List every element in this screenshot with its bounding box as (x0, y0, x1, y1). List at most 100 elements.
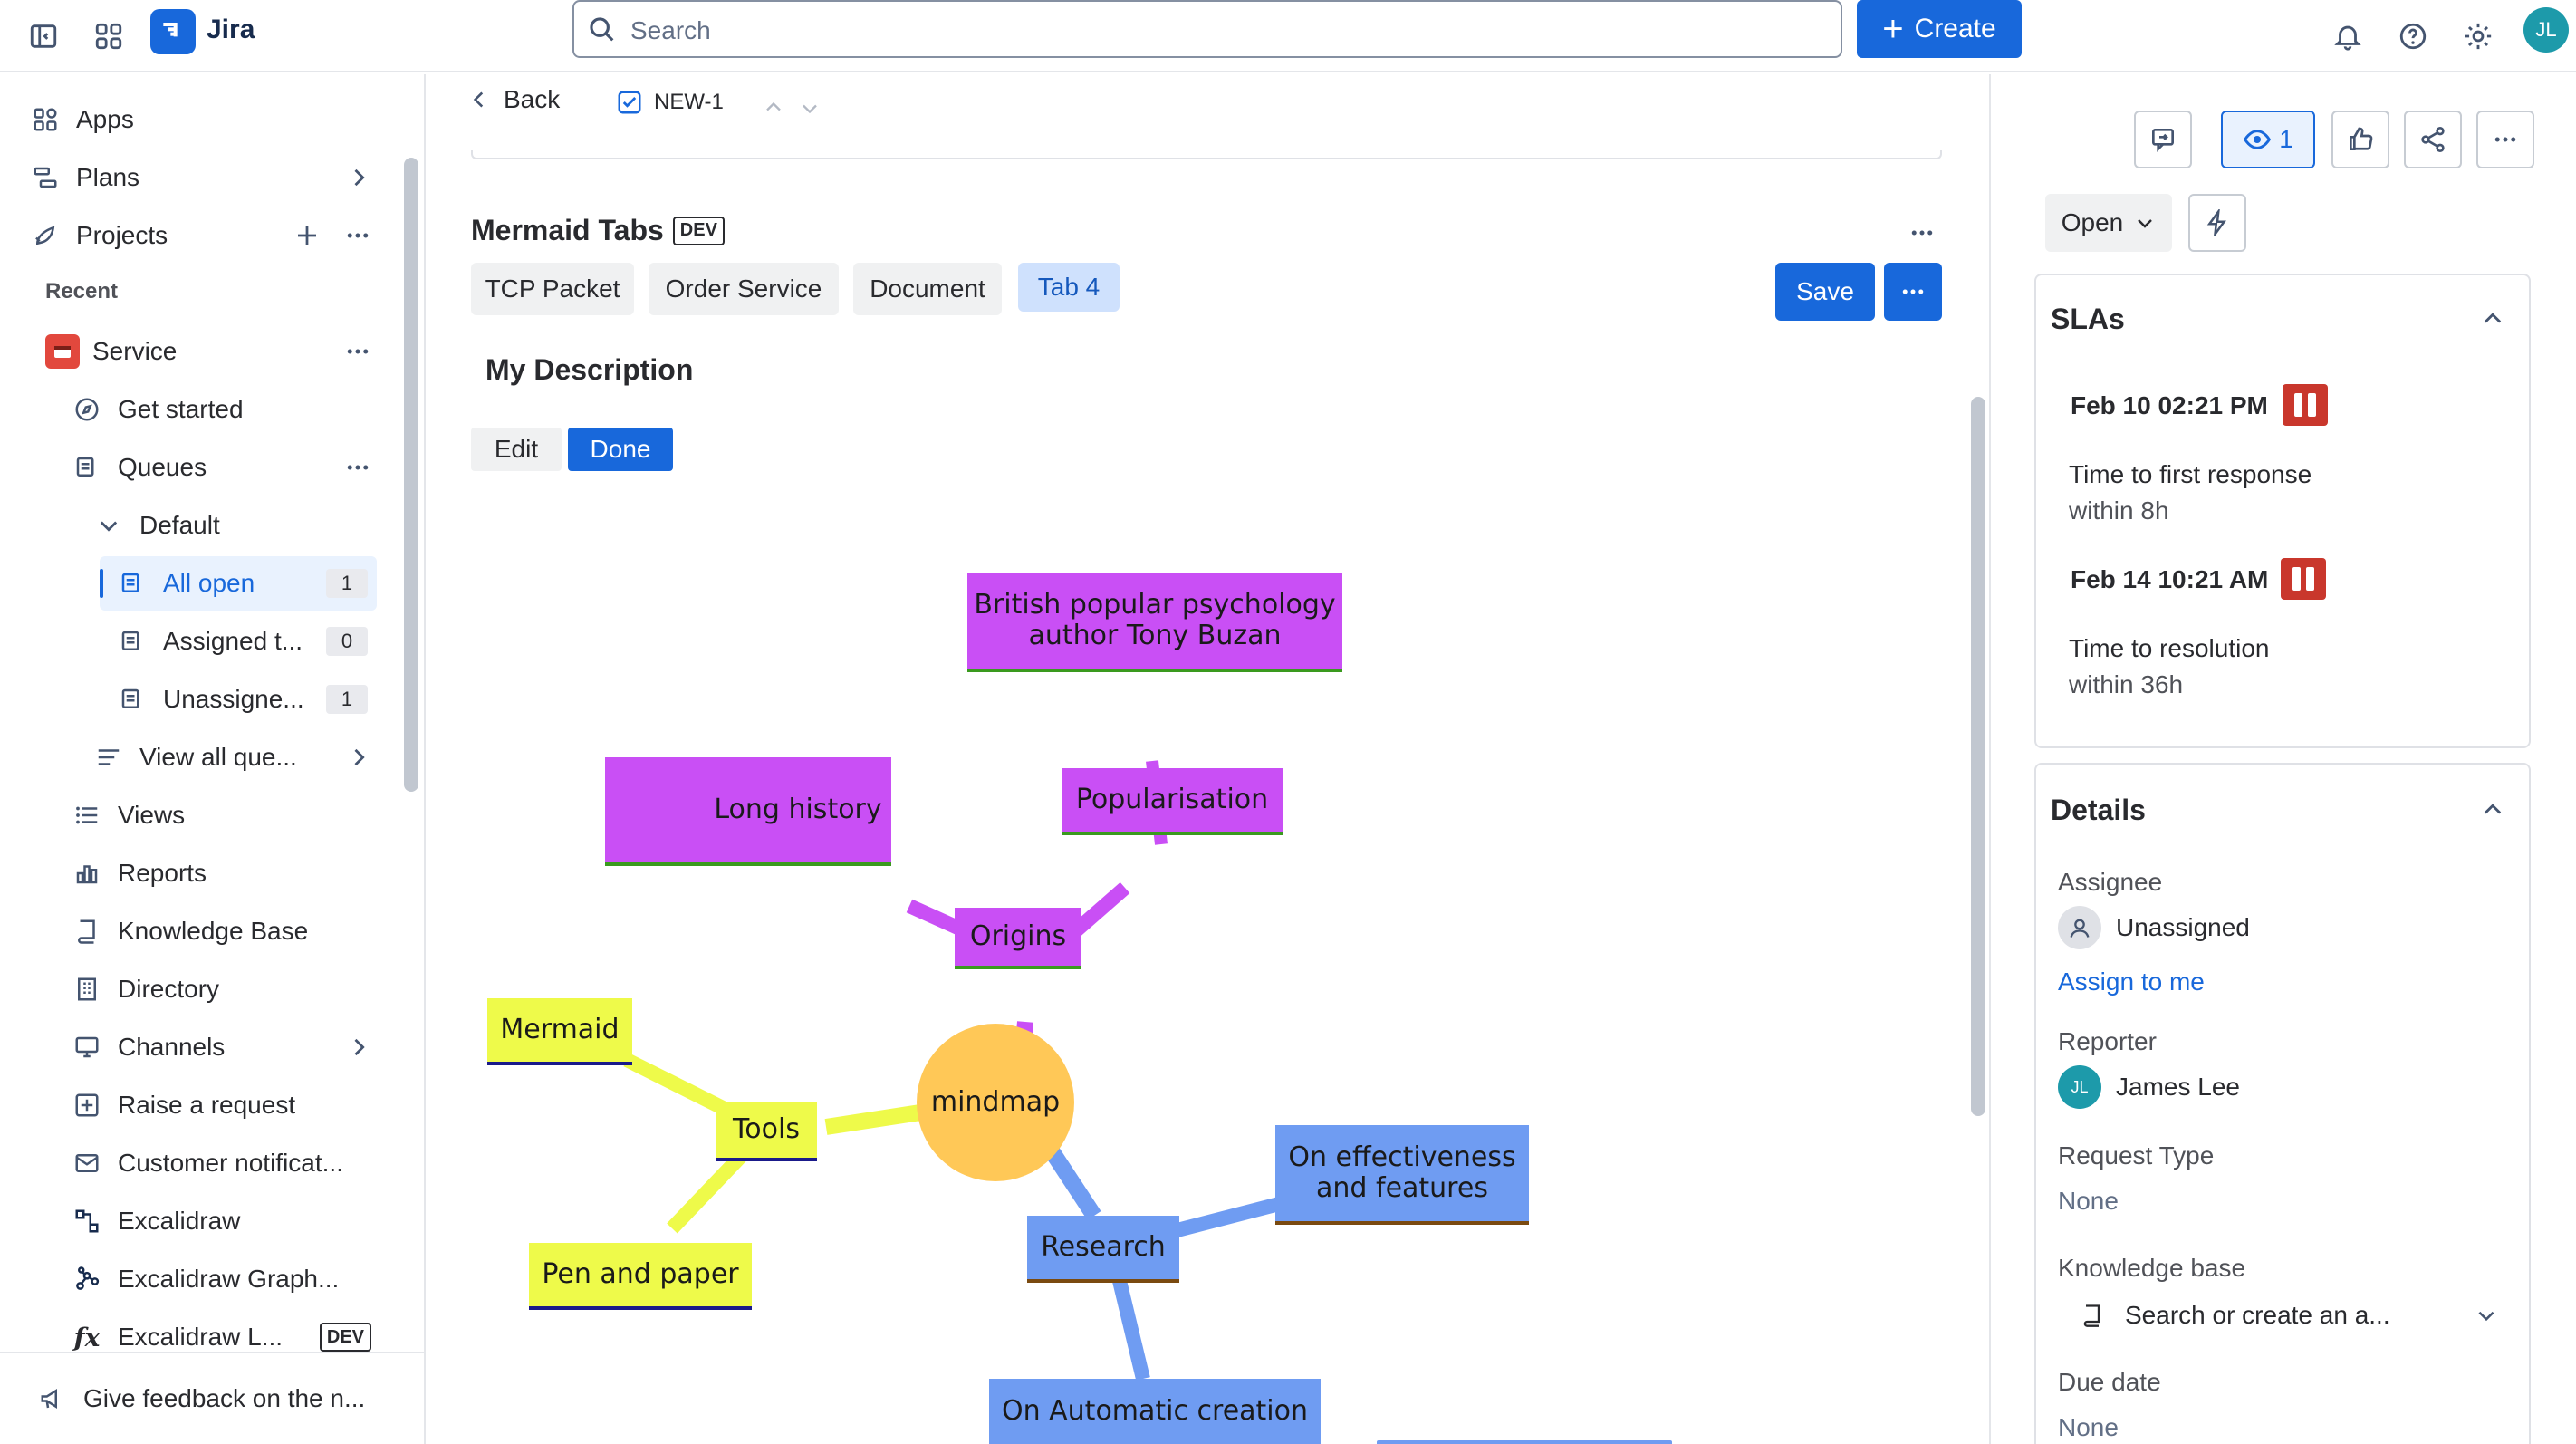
tab-tab-4[interactable]: Tab 4 (1018, 263, 1120, 312)
sidebar-item-unassigned[interactable]: Unassigne... (114, 674, 304, 725)
chevron-right-icon[interactable] (346, 165, 371, 190)
sidebar-item-views[interactable]: Views (69, 790, 185, 841)
sidebar-item-channels[interactable]: Channels (69, 1022, 371, 1073)
knowledge-base-placeholder: Search or create an a... (2125, 1301, 2390, 1329)
request-type-value[interactable]: None (2058, 1187, 2119, 1216)
done-button[interactable]: Done (568, 428, 673, 471)
mindmap-node-partial (1377, 1440, 1672, 1444)
sidebar-item-view-all-queues[interactable]: View all que... (91, 732, 371, 783)
settings-gear-icon[interactable] (2453, 11, 2504, 62)
sidebar-item-projects[interactable]: Projects (27, 210, 371, 261)
sidebar-label: Views (118, 801, 186, 829)
sidebar-label: Raise a request (118, 1091, 296, 1119)
like-button[interactable] (2331, 111, 2389, 168)
sidebar-item-customer-notifications[interactable]: Customer notificat... (69, 1138, 343, 1189)
more-icon[interactable] (344, 338, 371, 365)
list-icon (91, 739, 127, 775)
app-name[interactable]: Jira (207, 14, 255, 45)
user-avatar[interactable]: JL (2523, 7, 2569, 53)
sidebar-label: Directory (118, 975, 220, 1003)
jira-logo-icon[interactable] (150, 9, 196, 54)
chevron-up-icon[interactable] (2480, 306, 2505, 332)
compass-icon (69, 391, 105, 428)
sidebar-item-queues[interactable]: Queues (69, 442, 371, 493)
add-project-icon[interactable] (293, 222, 321, 249)
assignee-label: Assignee (2058, 868, 2163, 896)
more-actions-button[interactable] (2476, 111, 2534, 168)
knowledge-base-select[interactable]: Search or create an a... (2058, 1286, 2511, 1344)
mindmap-node-mermaid: Mermaid (487, 998, 632, 1065)
sla-name: Time to first response (2069, 460, 2312, 488)
sidebar-item-excalidraw[interactable]: Excalidraw (69, 1196, 240, 1247)
sidebar-item-assigned[interactable]: Assigned t... (114, 616, 303, 667)
sidebar-label: Excalidraw L... (118, 1323, 284, 1351)
help-icon[interactable] (2388, 11, 2438, 62)
edge-research-effectiveness (1168, 1196, 1284, 1239)
more-icon[interactable] (344, 222, 371, 249)
sidebar-item-apps[interactable]: Apps (27, 94, 134, 145)
tab-order-service[interactable]: Order Service (649, 263, 839, 315)
notifications-bell-icon[interactable] (2322, 11, 2373, 62)
back-button[interactable]: Back (467, 85, 560, 114)
sidebar-label: Channels (118, 1033, 226, 1061)
sidebar-item-all-open[interactable]: All open 1 (100, 556, 377, 611)
issue-key: NEW-1 (654, 90, 724, 114)
chevron-right-icon[interactable] (346, 745, 371, 770)
watch-button[interactable]: 1 (2221, 111, 2315, 168)
sidebar-label: Plans (76, 163, 140, 191)
details-title: Details (2051, 794, 2146, 826)
queue-count-badge: 0 (326, 627, 368, 656)
sidebar-item-reports[interactable]: Reports (69, 848, 207, 899)
main-scrollbar[interactable] (1971, 397, 1985, 1116)
previous-issue-icon[interactable] (761, 94, 786, 120)
more-icon[interactable] (344, 454, 371, 481)
next-issue-icon[interactable] (797, 96, 822, 121)
chevron-up-icon[interactable] (2480, 797, 2505, 823)
reporter-value[interactable]: James Lee (2116, 1073, 2240, 1102)
sidebar-label: All open (163, 569, 255, 597)
sidebar-item-service[interactable]: Service (45, 326, 371, 377)
tab-tcp-packet[interactable]: TCP Packet (471, 263, 634, 315)
feedback-link[interactable]: Give feedback on the n... (0, 1352, 424, 1442)
share-button[interactable] (2404, 111, 2462, 168)
save-button[interactable]: Save (1775, 263, 1875, 321)
add-square-icon (69, 1087, 105, 1123)
search-input[interactable]: Search (572, 0, 1842, 58)
description-heading: My Description (485, 353, 694, 386)
status-dropdown[interactable]: Open (2045, 194, 2172, 252)
collapsed-panel-edge (471, 150, 1942, 159)
search-placeholder: Search (630, 16, 711, 44)
chevron-left-icon (467, 88, 491, 111)
save-more-button[interactable] (1884, 263, 1942, 321)
sidebar-item-directory[interactable]: Directory (69, 964, 219, 1015)
macro-more-icon[interactable] (1904, 219, 1940, 246)
slas-title: SLAs (2051, 303, 2125, 335)
edit-button[interactable]: Edit (471, 428, 562, 471)
sidebar-item-excalidraw-graph[interactable]: Excalidraw Graph... (69, 1254, 339, 1304)
sidebar-item-raise-request[interactable]: Raise a request (69, 1080, 295, 1131)
monitor-icon (69, 1029, 105, 1065)
assign-to-me-link[interactable]: Assign to me (2058, 967, 2205, 996)
tab-document[interactable]: Document (853, 263, 1002, 315)
sidebar-scrollbar[interactable] (404, 158, 418, 792)
issue-key-link[interactable]: NEW-1 (616, 89, 724, 116)
app-switcher-icon[interactable] (83, 11, 134, 62)
sidebar-label: Unassigne... (163, 685, 304, 713)
sla-target: within 8h (2069, 496, 2169, 525)
chevron-down-icon (2475, 1304, 2498, 1327)
due-date-value[interactable]: None (2058, 1413, 2119, 1442)
sidebar-label: Default (139, 511, 220, 539)
sidebar-label: Excalidraw (118, 1207, 241, 1235)
feedback-label: Give feedback on the n... (83, 1384, 366, 1412)
sidebar-item-default[interactable]: Default (91, 500, 220, 551)
chevron-right-icon[interactable] (346, 1035, 371, 1060)
create-button[interactable]: + Create (1857, 0, 2022, 58)
sidebar-item-plans[interactable]: Plans (27, 152, 371, 203)
sidebar-toggle-icon[interactable] (18, 11, 69, 62)
sidebar-item-knowledge-base[interactable]: Knowledge Base (69, 906, 308, 957)
assignee-value[interactable]: Unassigned (2116, 913, 2250, 942)
feedback-button[interactable] (2134, 111, 2192, 168)
eye-icon (2243, 125, 2272, 154)
sidebar-item-get-started[interactable]: Get started (69, 384, 244, 435)
automation-button[interactable] (2188, 194, 2246, 252)
